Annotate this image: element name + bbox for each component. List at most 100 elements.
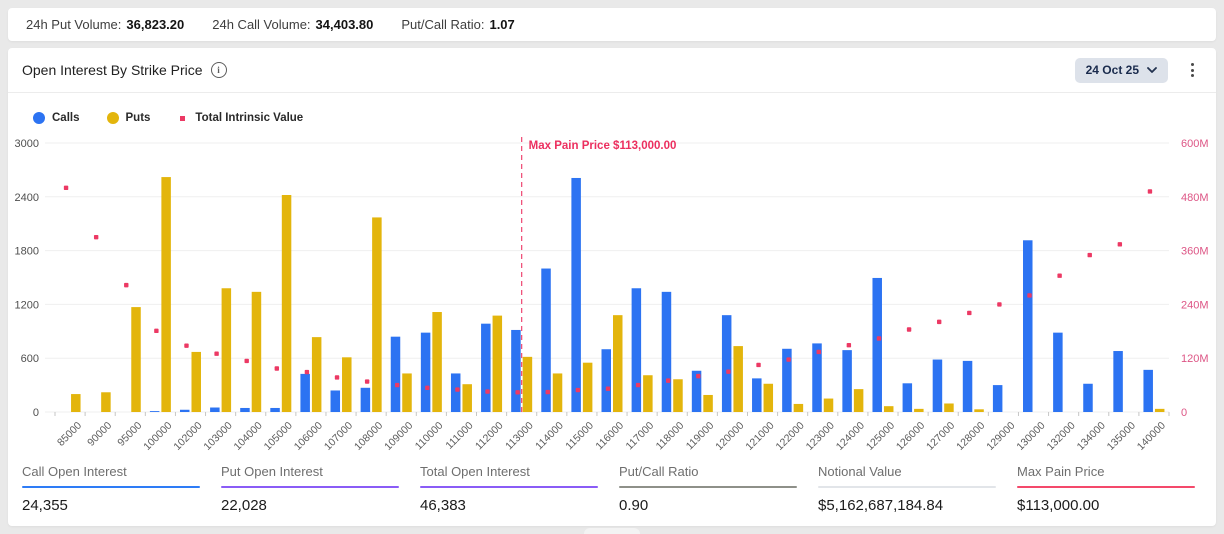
call-bar[interactable] [300, 374, 310, 412]
intrinsic-value-dot[interactable] [786, 357, 790, 361]
put-bar[interactable] [733, 346, 743, 412]
put-bar[interactable] [794, 404, 804, 412]
legend-item-calls[interactable]: Calls [33, 112, 80, 124]
call-bar[interactable] [662, 292, 672, 412]
put-bar[interactable] [974, 409, 984, 412]
put-bar[interactable] [854, 389, 864, 412]
intrinsic-value-dot[interactable] [64, 186, 68, 190]
intrinsic-value-dot[interactable] [756, 363, 760, 367]
intrinsic-value-dot[interactable] [1088, 253, 1092, 257]
call-bar[interactable] [571, 178, 581, 412]
intrinsic-value-dot[interactable] [666, 378, 670, 382]
call-bar[interactable] [872, 278, 882, 412]
intrinsic-value-dot[interactable] [1148, 189, 1152, 193]
legend-item-puts[interactable]: Puts [107, 112, 151, 124]
call-bar[interactable] [270, 408, 280, 412]
call-bar[interactable] [1143, 370, 1153, 412]
put-bar[interactable] [523, 357, 533, 412]
put-bar[interactable] [764, 384, 774, 412]
call-bar[interactable] [361, 388, 371, 412]
call-bar[interactable] [451, 373, 461, 412]
intrinsic-value-dot[interactable] [395, 383, 399, 387]
call-bar[interactable] [180, 410, 190, 412]
call-bar[interactable] [150, 411, 160, 412]
put-bar[interactable] [252, 292, 262, 412]
open-interest-by-strike-chart[interactable]: 060012001800240030000120M240M360M480M600… [8, 133, 1216, 455]
intrinsic-value-dot[interactable] [94, 235, 98, 239]
put-bar[interactable] [462, 384, 472, 412]
put-bar[interactable] [703, 395, 713, 412]
call-bar[interactable] [842, 350, 852, 412]
intrinsic-value-dot[interactable] [726, 369, 730, 373]
put-bar[interactable] [493, 316, 503, 412]
put-bar[interactable] [342, 357, 352, 412]
call-bar[interactable] [722, 315, 732, 412]
put-bar[interactable] [884, 406, 894, 412]
intrinsic-value-dot[interactable] [275, 366, 279, 370]
call-bar[interactable] [602, 349, 612, 412]
intrinsic-value-dot[interactable] [877, 336, 881, 340]
intrinsic-value-dot[interactable] [576, 388, 580, 392]
put-bar[interactable] [222, 288, 232, 412]
call-bar[interactable] [511, 330, 520, 412]
call-bar[interactable] [993, 385, 1003, 412]
intrinsic-value-dot[interactable] [184, 343, 188, 347]
call-bar[interactable] [963, 361, 973, 412]
put-bar[interactable] [131, 307, 141, 412]
intrinsic-value-dot[interactable] [214, 352, 218, 356]
intrinsic-value-dot[interactable] [335, 375, 339, 379]
call-bar[interactable] [1113, 351, 1123, 412]
put-bar[interactable] [583, 363, 593, 412]
put-bar[interactable] [914, 409, 924, 412]
put-bar[interactable] [1155, 409, 1165, 412]
intrinsic-value-dot[interactable] [606, 386, 610, 390]
call-bar[interactable] [632, 288, 642, 412]
intrinsic-value-dot[interactable] [305, 370, 309, 374]
call-bar[interactable] [752, 378, 762, 412]
put-bar[interactable] [372, 217, 382, 412]
call-bar[interactable] [481, 324, 491, 412]
put-bar[interactable] [824, 399, 834, 412]
intrinsic-value-dot[interactable] [455, 387, 459, 391]
call-bar[interactable] [903, 383, 913, 412]
intrinsic-value-dot[interactable] [1057, 274, 1061, 278]
put-bar[interactable] [282, 195, 292, 412]
intrinsic-value-dot[interactable] [1118, 242, 1122, 246]
put-bar[interactable] [553, 373, 563, 412]
intrinsic-value-dot[interactable] [937, 320, 941, 324]
intrinsic-value-dot[interactable] [817, 350, 821, 354]
intrinsic-value-dot[interactable] [365, 379, 369, 383]
put-bar[interactable] [71, 394, 81, 412]
put-bar[interactable] [312, 337, 322, 412]
put-bar[interactable] [161, 177, 171, 412]
call-bar[interactable] [1053, 333, 1063, 412]
put-bar[interactable] [191, 352, 201, 412]
intrinsic-value-dot[interactable] [696, 374, 700, 378]
intrinsic-value-dot[interactable] [154, 329, 158, 333]
call-bar[interactable] [933, 360, 943, 412]
put-bar[interactable] [673, 379, 683, 412]
call-bar[interactable] [240, 408, 250, 412]
call-bar[interactable] [421, 333, 431, 412]
call-bar[interactable] [331, 390, 341, 412]
intrinsic-value-dot[interactable] [1027, 293, 1031, 297]
put-bar[interactable] [101, 392, 111, 412]
intrinsic-value-dot[interactable] [636, 383, 640, 387]
intrinsic-value-dot[interactable] [546, 390, 550, 394]
intrinsic-value-dot[interactable] [485, 389, 489, 393]
call-bar[interactable] [1023, 240, 1032, 412]
intrinsic-value-dot[interactable] [997, 302, 1001, 306]
intrinsic-value-dot[interactable] [907, 327, 911, 331]
intrinsic-value-dot[interactable] [967, 311, 971, 315]
intrinsic-value-dot[interactable] [425, 386, 429, 390]
legend-item-total-intrinsic-value[interactable]: Total Intrinsic Value [177, 112, 303, 124]
intrinsic-value-dot[interactable] [515, 390, 519, 394]
kebab-menu-button[interactable] [1185, 59, 1200, 81]
info-icon[interactable]: i [211, 62, 227, 78]
intrinsic-value-dot[interactable] [847, 343, 851, 347]
date-selector-button[interactable]: 24 Oct 25 [1075, 58, 1168, 83]
put-bar[interactable] [944, 403, 954, 412]
put-bar[interactable] [613, 315, 623, 412]
call-bar[interactable] [1083, 384, 1093, 412]
put-bar[interactable] [402, 373, 412, 412]
